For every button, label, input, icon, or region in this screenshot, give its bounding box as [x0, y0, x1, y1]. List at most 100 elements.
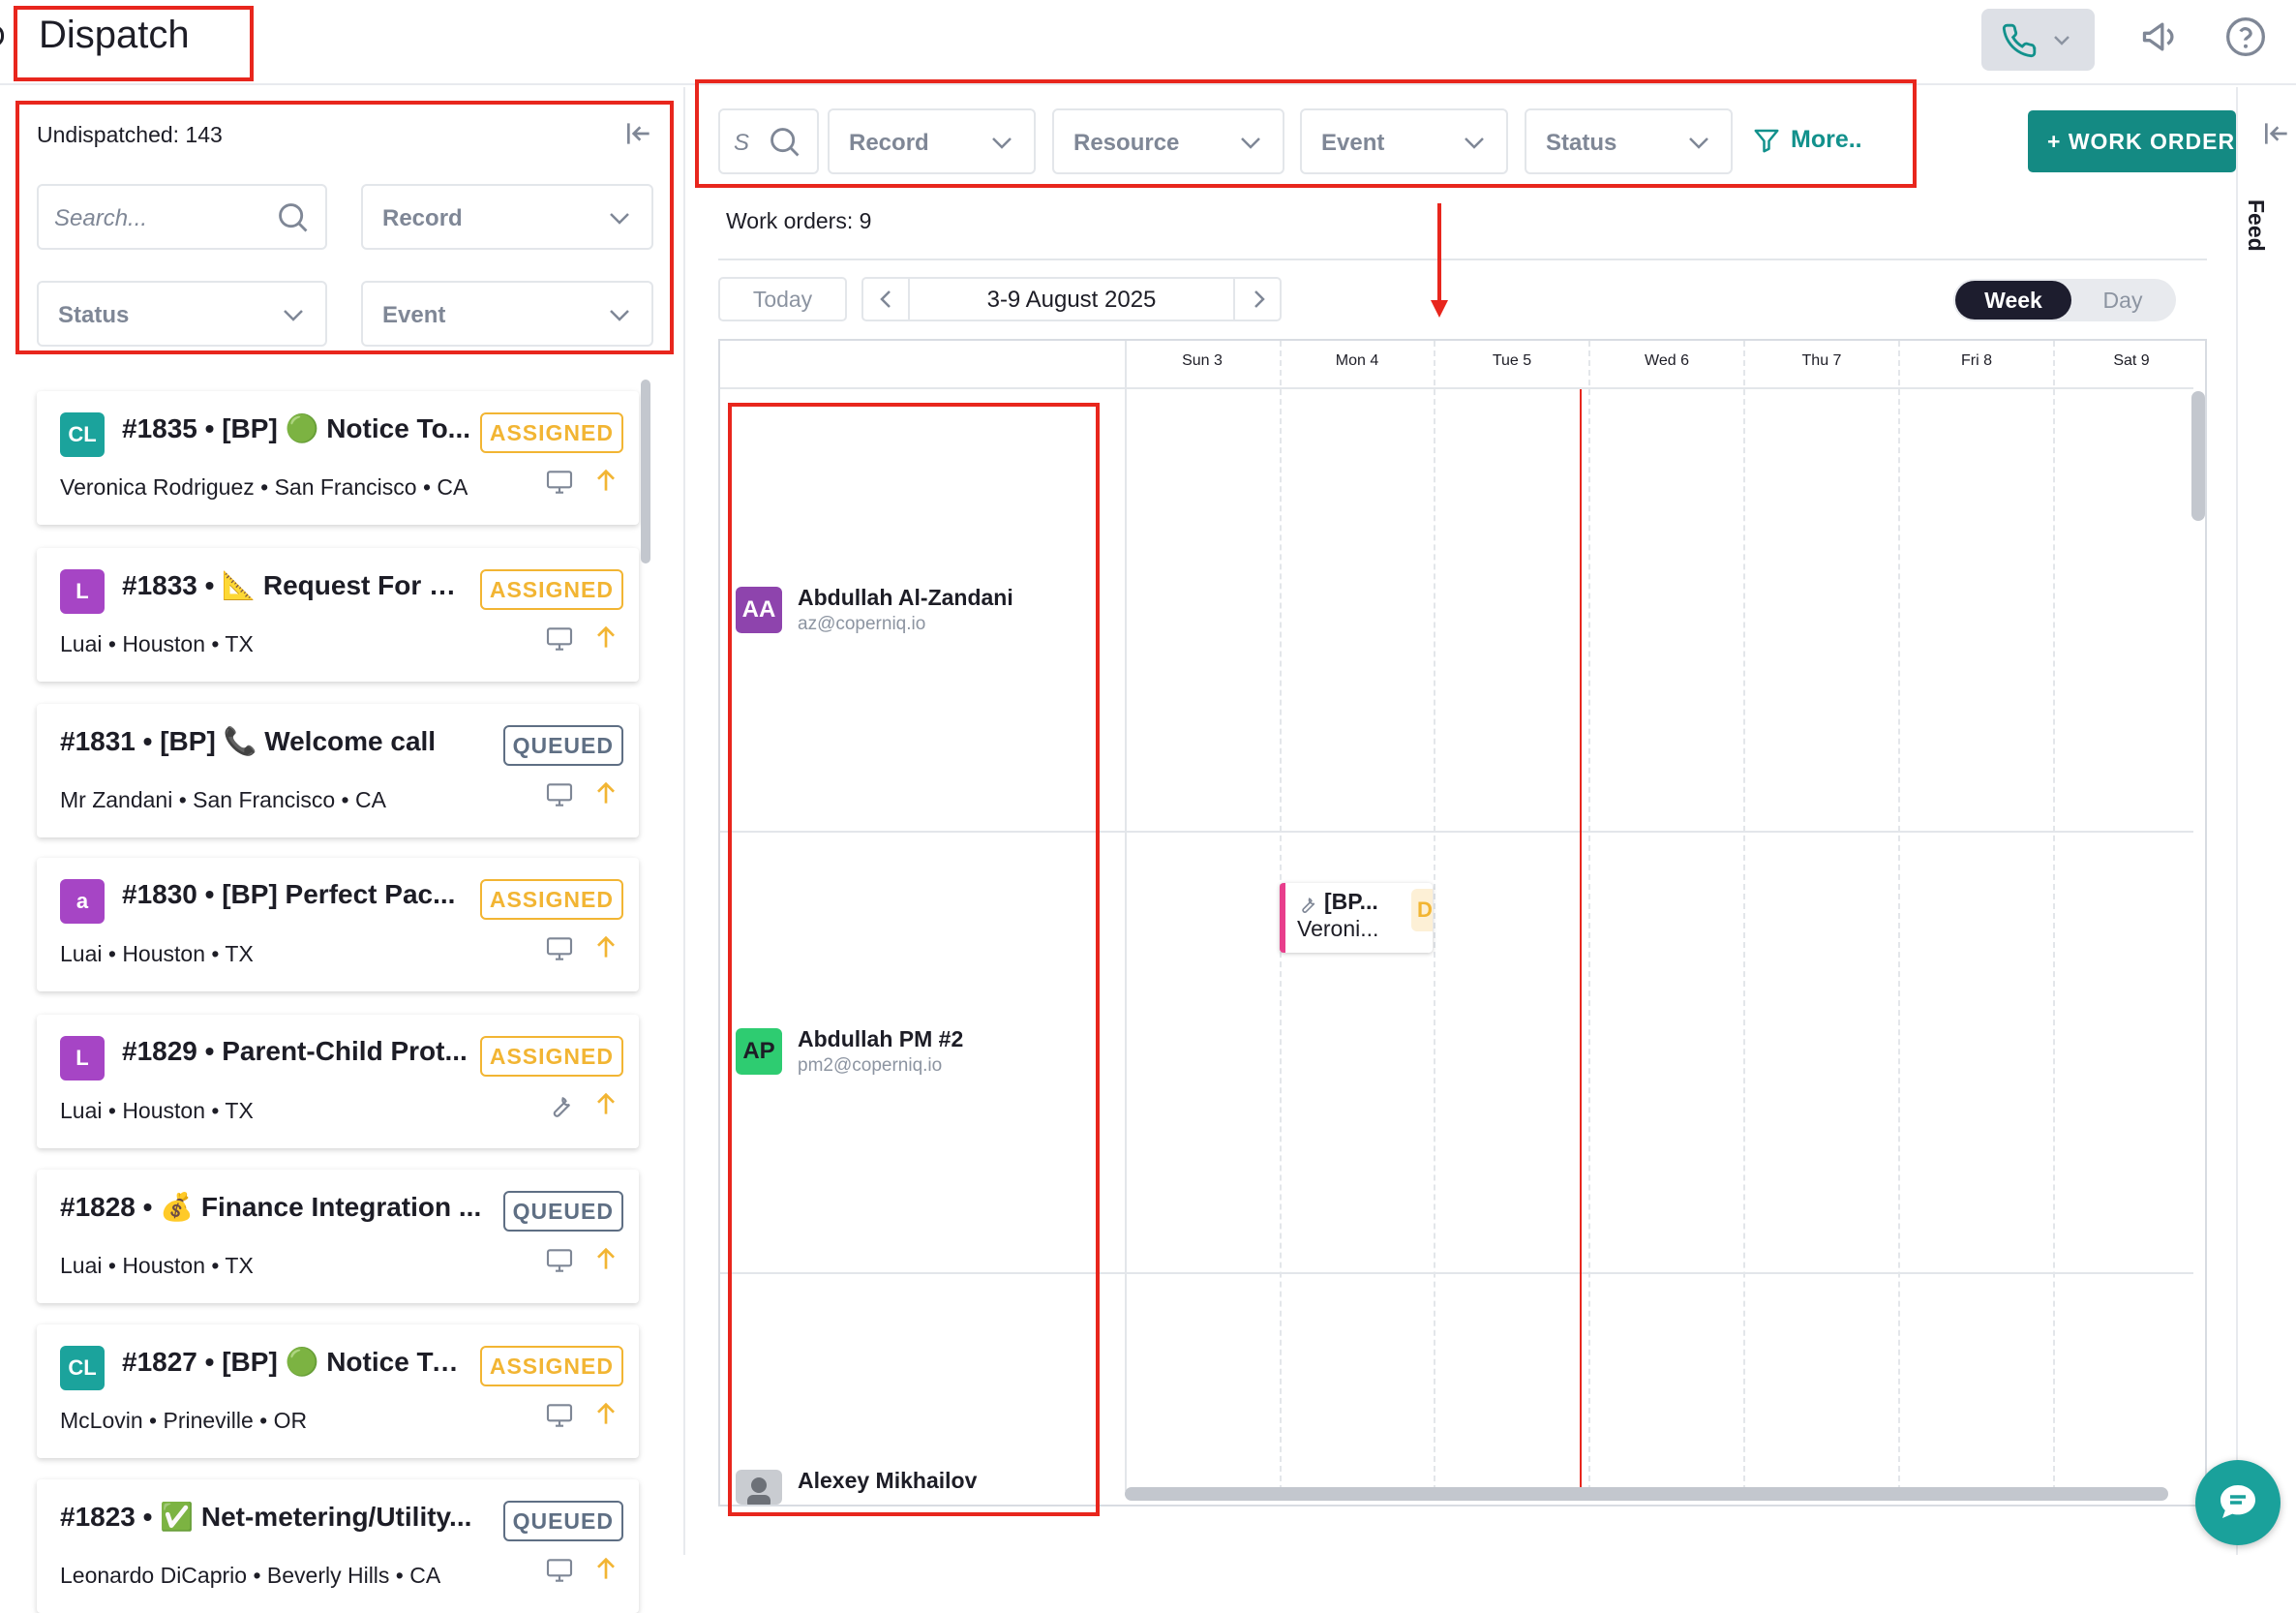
divider: [718, 259, 2207, 260]
avatar: L: [60, 1036, 105, 1080]
record-filter-label: Record: [382, 205, 463, 231]
list-scrollbar[interactable]: [641, 380, 650, 563]
wrench-icon: [553, 1096, 571, 1117]
date-range-label: 3-9 August 2025: [986, 287, 1157, 313]
partial-logo-icon: [0, 25, 4, 46]
status-badge: ASSIGNED: [479, 1036, 623, 1077]
phone-menu-button[interactable]: [1981, 9, 2095, 71]
help-icon[interactable]: [2224, 15, 2267, 58]
resource-name[interactable]: Abdullah Al-Zandani: [798, 585, 1013, 611]
work-order-card[interactable]: L #1833 • 📐 Request For D... ASSIGNED Luai …: [37, 548, 639, 682]
dispatch-calendar: [718, 339, 2207, 1506]
status-badge: ASSIGNED: [479, 879, 623, 920]
resource-name[interactable]: Alexey Mikhailov: [798, 1468, 977, 1494]
megaphone-icon[interactable]: [2139, 15, 2182, 58]
previous-week-button[interactable]: [863, 279, 910, 320]
resource-email: pm2@coperniq.io: [798, 1055, 943, 1076]
chat-button[interactable]: [2195, 1460, 2281, 1545]
day-header: Sat 9: [2113, 352, 2150, 369]
status-badge: ASSIGNED: [479, 569, 623, 610]
left-record-filter[interactable]: Record: [361, 184, 653, 250]
arrow-up-icon[interactable]: [590, 1398, 621, 1429]
work-orders-count: Work orders: 9: [726, 208, 872, 233]
arrow-up-icon[interactable]: [590, 777, 621, 808]
left-status-filter[interactable]: Status: [37, 281, 327, 347]
record-filter-label: Record: [849, 130, 929, 156]
monitor-icon: [546, 627, 573, 651]
day-divider: [1588, 341, 1590, 1491]
work-order-title: #1827 • [BP] 🟢 Notice To ...: [122, 1347, 470, 1377]
monitor-icon: [546, 1559, 573, 1582]
work-order-card[interactable]: #1823 • ✅ Net-metering/Utility... QUEUED L…: [37, 1479, 639, 1613]
day-header: Fri 8: [1961, 352, 1992, 369]
chevron-down-icon: [610, 213, 629, 225]
collapse-feed-icon[interactable]: [2261, 118, 2292, 149]
week-view-button[interactable]: Week: [1955, 281, 2071, 320]
resource-name[interactable]: Abdullah PM #2: [798, 1026, 963, 1052]
chevron-left-icon: [880, 290, 891, 308]
arrow-up-icon[interactable]: [590, 931, 621, 962]
chevron-down-icon: [1465, 137, 1484, 149]
search-placeholder: Search...: [54, 205, 148, 231]
day-divider: [1743, 341, 1745, 1491]
chevron-right-icon: [1254, 290, 1265, 308]
status-badge: QUEUED: [502, 1501, 623, 1541]
calendar-horizontal-scrollbar[interactable]: [1125, 1487, 2168, 1501]
avatar: a: [60, 879, 105, 924]
left-search-input[interactable]: Search...: [37, 184, 327, 250]
next-week-button[interactable]: [1233, 279, 1280, 320]
work-order-card[interactable]: CL #1835 • [BP] 🟢 Notice To... ASSIGNED Ver…: [37, 391, 639, 525]
left-event-filter[interactable]: Event: [361, 281, 653, 347]
arrow-up-icon[interactable]: [590, 1088, 621, 1119]
resource-email: az@coperniq.io: [798, 614, 926, 634]
work-order-button-label: + WORK ORDER: [2047, 129, 2236, 154]
work-order-card[interactable]: #1828 • 💰 Finance Integration ... QUEUED L…: [37, 1170, 639, 1303]
collapse-panel-icon[interactable]: [623, 118, 654, 149]
day-divider: [1898, 341, 1900, 1491]
main-record-filter[interactable]: Record: [828, 108, 1036, 174]
arrow-up-icon[interactable]: [590, 1243, 621, 1274]
main-status-filter[interactable]: Status: [1525, 108, 1733, 174]
monitor-icon: [546, 1404, 573, 1427]
status-badge: QUEUED: [502, 1191, 623, 1232]
search-icon: [279, 203, 308, 232]
day-header: Mon 4: [1335, 352, 1379, 369]
chevron-down-icon: [2054, 36, 2069, 46]
work-order-title: #1833 • 📐 Request For D...: [122, 570, 470, 600]
work-order-title: #1830 • [BP] Perfect Pac...: [122, 879, 456, 909]
event-filter-label: Event: [382, 302, 446, 328]
work-order-subtitle: Veronica Rodriguez • San Francisco • CA: [60, 474, 468, 500]
today-button[interactable]: Today: [718, 277, 847, 321]
search-icon: [770, 128, 800, 157]
status-badge: ASSIGNED: [479, 412, 623, 453]
work-order-title: #1829 • Parent-Child Prot...: [122, 1036, 468, 1066]
annotation-arrow-icon: [1431, 203, 1448, 318]
work-order-card[interactable]: CL #1827 • [BP] 🟢 Notice To ... ASSIGNED Mc…: [37, 1324, 639, 1458]
feed-tab[interactable]: Feed: [2243, 199, 2269, 252]
filter-icon: [1754, 129, 1779, 153]
arrow-up-icon[interactable]: [590, 622, 621, 653]
main-resource-filter[interactable]: Resource: [1052, 108, 1284, 174]
day-divider: [1434, 341, 1435, 1491]
day-divider: [2053, 341, 2055, 1491]
work-order-card[interactable]: #1831 • [BP] 📞 Welcome call QUEUED Mr Zand…: [37, 704, 639, 837]
status-filter-label: Status: [58, 302, 130, 328]
monitor-icon: [546, 471, 573, 494]
work-order-title: #1828 • 💰 Finance Integration ...: [60, 1192, 482, 1222]
calendar-vertical-scrollbar[interactable]: [2191, 391, 2205, 521]
work-order-title: #1835 • [BP] 🟢 Notice To...: [122, 413, 470, 443]
create-work-order-button[interactable]: + WORK ORDER: [2028, 110, 2236, 172]
main-event-filter[interactable]: Event: [1300, 108, 1508, 174]
arrow-up-icon[interactable]: [590, 465, 621, 496]
day-view-button[interactable]: Day: [2071, 281, 2174, 320]
work-order-card[interactable]: L #1829 • Parent-Child Prot... ASSIGNED Lua…: [37, 1015, 639, 1148]
work-order-card[interactable]: a #1830 • [BP] Perfect Pac... ASSIGNED Luai…: [37, 858, 639, 991]
resource-filter-label: Resource: [1073, 130, 1180, 156]
top-bar: Dispatch: [0, 0, 2296, 85]
main-search-input[interactable]: S: [718, 108, 819, 174]
work-order-subtitle: Mr Zandani • San Francisco • CA: [60, 787, 386, 812]
day-header: Wed 6: [1645, 352, 1689, 369]
arrow-up-icon[interactable]: [590, 1553, 621, 1584]
chevron-down-icon: [610, 310, 629, 321]
calendar-event[interactable]: [BP... Veroni... DI: [1280, 883, 1433, 953]
